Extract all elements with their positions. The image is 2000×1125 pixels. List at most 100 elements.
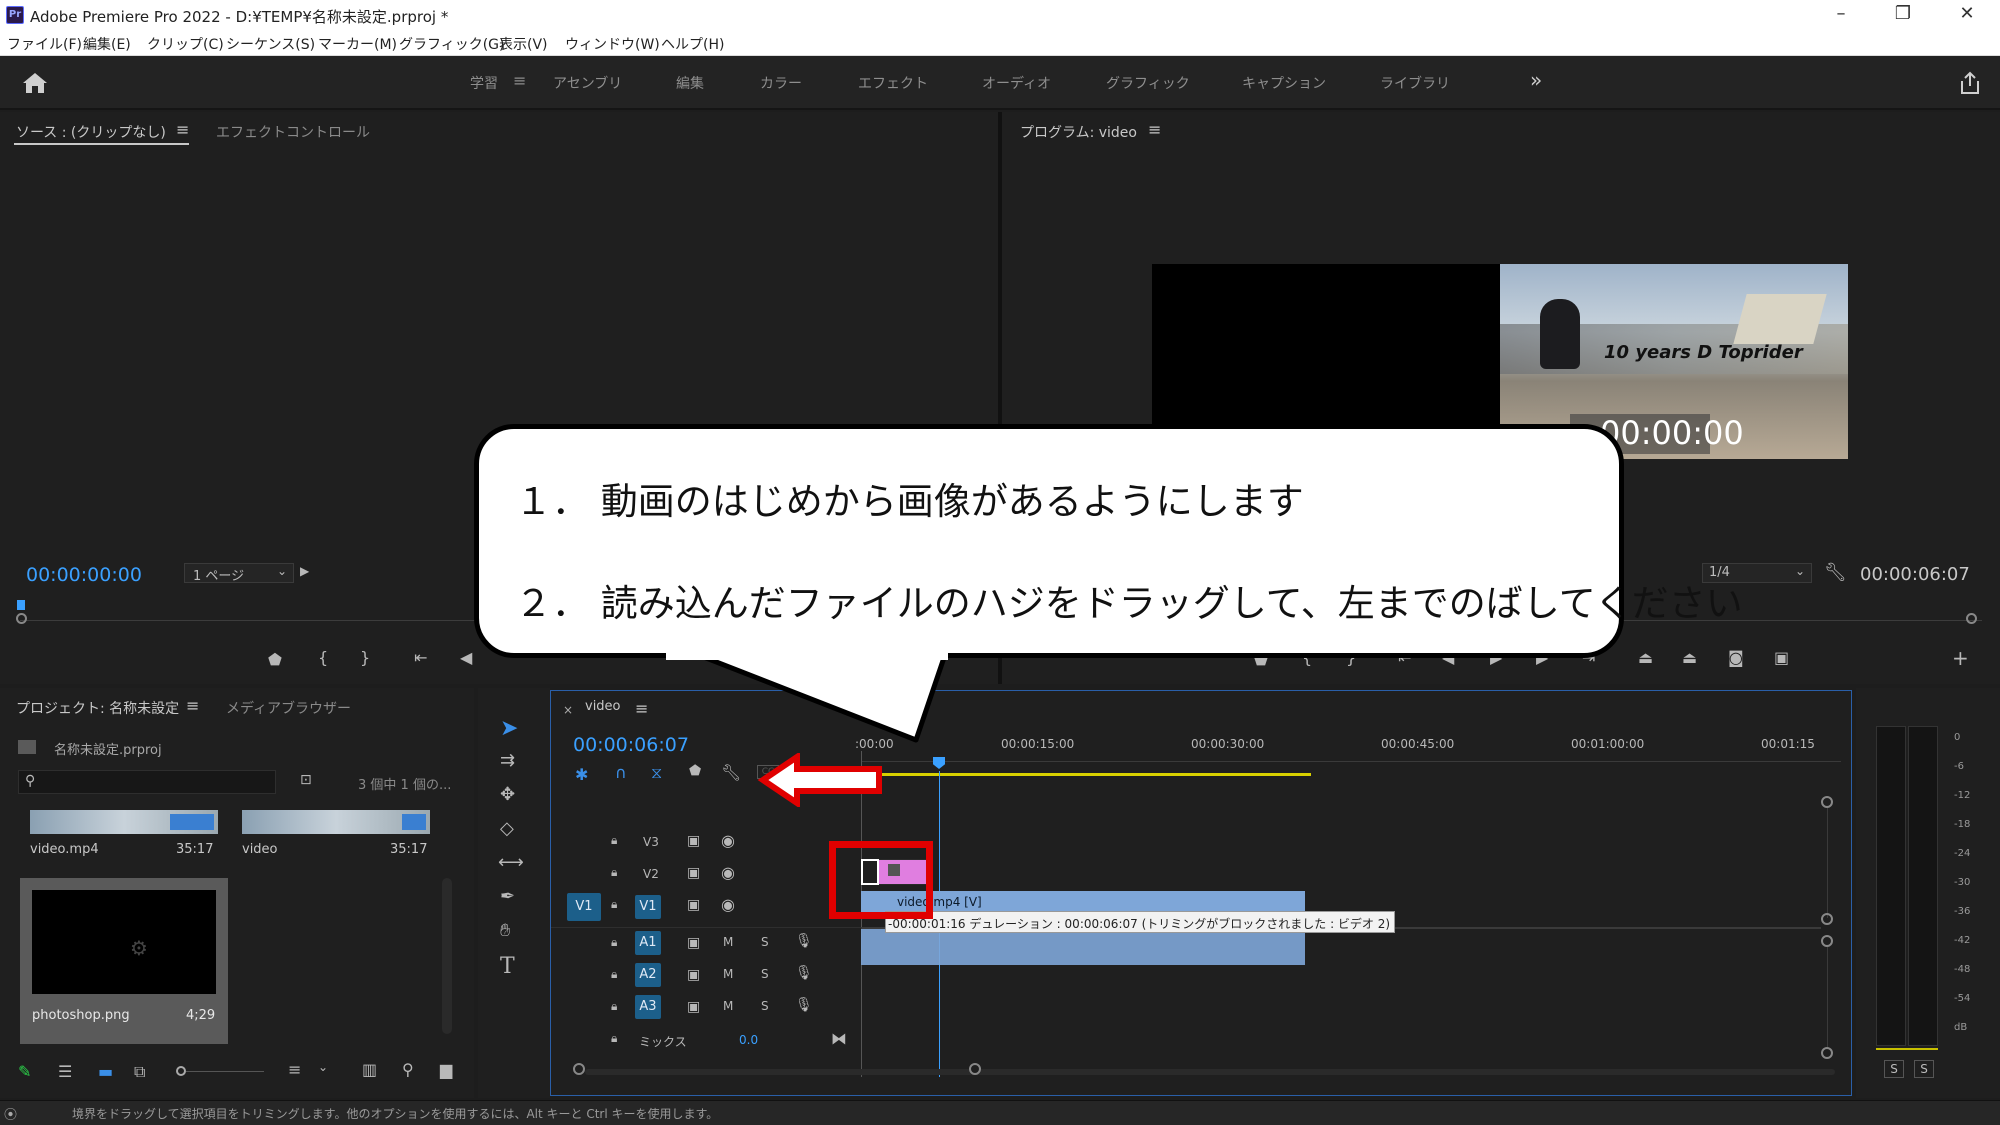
menu-window[interactable]: ウィンドウ(W) [565, 34, 660, 54]
comparison-view-icon[interactable]: ▣ [1774, 648, 1789, 667]
extract-icon[interactable]: ⏏ [1682, 648, 1697, 667]
microphone-icon[interactable]: 🎙︎ [795, 997, 813, 1013]
sync-lock-icon[interactable]: ▣ [687, 833, 700, 849]
source-playhead[interactable] [17, 600, 25, 610]
source-zoom-handle[interactable] [16, 613, 27, 624]
tab-project[interactable]: プロジェクト: 名称未設定 [16, 698, 179, 718]
v-scroll-handle[interactable] [1821, 1047, 1833, 1059]
sync-lock-icon[interactable]: ▣ [687, 999, 700, 1015]
razor-tool-icon[interactable]: ◇ [500, 818, 514, 839]
v-scroll-handle[interactable] [1821, 913, 1833, 925]
solo-right-button[interactable]: S [1914, 1060, 1934, 1078]
workspace-more-icon[interactable]: » [1530, 68, 1542, 92]
menu-sequence[interactable]: シーケンス(S) [226, 34, 315, 54]
mark-in-icon[interactable]: { [318, 648, 328, 667]
menu-clip[interactable]: クリップ(C) [147, 34, 224, 54]
solo-left-button[interactable]: S [1884, 1060, 1904, 1078]
menu-file[interactable]: ファイル(F) [7, 34, 82, 54]
v-scroll-handle[interactable] [1821, 935, 1833, 947]
h-scroll-handle[interactable] [969, 1063, 981, 1075]
track-a2-label[interactable]: A2 [635, 963, 661, 987]
mute-button[interactable]: M [723, 999, 733, 1013]
tab-source[interactable]: ソース : (クリップなし) [16, 122, 166, 142]
workspace-audio[interactable]: オーディオ [982, 73, 1051, 93]
minimize-button[interactable]: – [1818, 3, 1864, 27]
h-scrollbar[interactable] [585, 1069, 1835, 1075]
mix-value[interactable]: 0.0 [739, 1033, 758, 1047]
workspace-editing[interactable]: 編集 [676, 73, 704, 93]
workspace-learn-menu-icon[interactable]: ≡ [513, 71, 526, 90]
source-patch-v1[interactable]: V1 [567, 893, 601, 921]
track-v1-label[interactable]: V1 [635, 895, 661, 919]
project-item[interactable]: video 35:17 [232, 810, 440, 910]
workspace-captions[interactable]: キャプション [1242, 73, 1326, 93]
microphone-icon[interactable]: 🎙︎ [795, 933, 813, 949]
project-item-selected[interactable]: ⚙ photoshop.png 4;29 [20, 878, 228, 1044]
close-icon[interactable]: × [563, 703, 573, 717]
solo-button[interactable]: S [761, 935, 769, 949]
new-bin-icon[interactable]: ▆ [440, 1060, 452, 1079]
program-panel-menu-icon[interactable]: ≡ [1148, 120, 1161, 139]
ripple-edit-tool-icon[interactable]: ✥ [500, 784, 515, 805]
clip-audio-a1[interactable] [861, 929, 1305, 965]
source-panel-menu-icon[interactable]: ≡ [176, 120, 189, 139]
pen-tool-icon[interactable]: ✒ [500, 886, 515, 907]
sort-icon[interactable]: ≡ [288, 1060, 301, 1079]
track-select-tool-icon[interactable]: ⇉ [500, 750, 515, 771]
v-scroll-handle[interactable] [1821, 796, 1833, 808]
work-area-bar[interactable] [861, 773, 1311, 776]
snap-icon[interactable]: ∩ [615, 763, 627, 782]
project-panel-menu-icon[interactable]: ≡ [186, 696, 199, 715]
h-scroll-handle[interactable] [573, 1063, 585, 1075]
tab-program[interactable]: プログラム: video [1020, 122, 1137, 142]
workspace-assembly[interactable]: アセンブリ [553, 73, 622, 93]
selection-tool-icon[interactable]: ➤ [500, 716, 518, 741]
timeline-ruler[interactable]: :00:00 00:00:15:00 00:00:30:00 00:00:45:… [855, 731, 1841, 781]
automate-to-sequence-icon[interactable]: ▥ [362, 1060, 377, 1079]
mark-out-icon[interactable]: } [360, 648, 370, 667]
sync-lock-icon[interactable]: ▣ [687, 935, 700, 951]
workspace-color[interactable]: カラー [760, 73, 802, 93]
eye-icon[interactable]: ◉ [721, 863, 735, 882]
project-scrollbar[interactable] [442, 878, 452, 1034]
workspace-learn[interactable]: 学習 [470, 73, 498, 93]
mute-button[interactable]: M [723, 967, 733, 981]
zoom-slider[interactable] [186, 1071, 264, 1072]
page-select[interactable]: 1 ページ ⌄ [184, 563, 294, 584]
slip-tool-icon[interactable]: ⟷ [498, 852, 524, 873]
solo-button[interactable]: S [761, 999, 769, 1013]
timeline-settings-wrench-icon[interactable]: 🔧︎ [721, 763, 741, 782]
workspace-libraries[interactable]: ライブラリ [1380, 73, 1450, 93]
tab-effect-controls[interactable]: エフェクトコントロール [216, 122, 370, 142]
type-tool-icon[interactable]: T [500, 954, 515, 979]
track-v2-label[interactable]: V2 [643, 867, 659, 881]
eye-icon[interactable]: ◉ [721, 895, 735, 914]
insert-sequence-icon[interactable]: ✱ [575, 765, 588, 784]
mix-collapse-icon[interactable]: ⧓ [831, 1029, 847, 1048]
menu-edit[interactable]: 編集(E) [83, 34, 131, 54]
microphone-icon[interactable]: 🎙︎ [795, 965, 813, 981]
tab-media-browser[interactable]: メディアブラウザー [226, 698, 351, 718]
sync-lock-icon[interactable]: ▣ [687, 897, 700, 913]
sync-lock-icon[interactable]: ▣ [687, 865, 700, 881]
menu-marker[interactable]: マーカー(M) [318, 34, 397, 54]
mute-button[interactable]: M [723, 935, 733, 949]
go-to-in-icon[interactable]: ⇤ [414, 648, 427, 667]
restore-button[interactable]: ❐ [1880, 3, 1926, 27]
lock-icon[interactable]: 🔒︎ [611, 999, 617, 1014]
icon-view-icon[interactable]: ▬ [98, 1062, 113, 1081]
v-scrollbar-audio[interactable] [1827, 947, 1828, 1047]
new-search-bin-icon[interactable]: ⊡ [300, 772, 312, 788]
track-a1-label[interactable]: A1 [635, 931, 661, 955]
menu-graphic[interactable]: グラフィック(G) [399, 34, 505, 54]
marker-icon[interactable]: ⬟ [268, 650, 282, 669]
v-scrollbar-video[interactable] [1827, 808, 1828, 918]
sync-lock-icon[interactable]: ▣ [687, 967, 700, 983]
menu-help[interactable]: ヘルプ(H) [661, 34, 724, 54]
program-zoom-handle[interactable] [1966, 613, 1977, 624]
pencil-icon[interactable]: ✎ [18, 1062, 31, 1081]
zoom-slider-handle[interactable] [176, 1066, 186, 1076]
lock-icon[interactable]: 🔒︎ [611, 935, 617, 950]
hand-tool-icon[interactable]: ✋︎ [500, 920, 510, 941]
lock-icon[interactable]: 🔒︎ [611, 967, 617, 982]
